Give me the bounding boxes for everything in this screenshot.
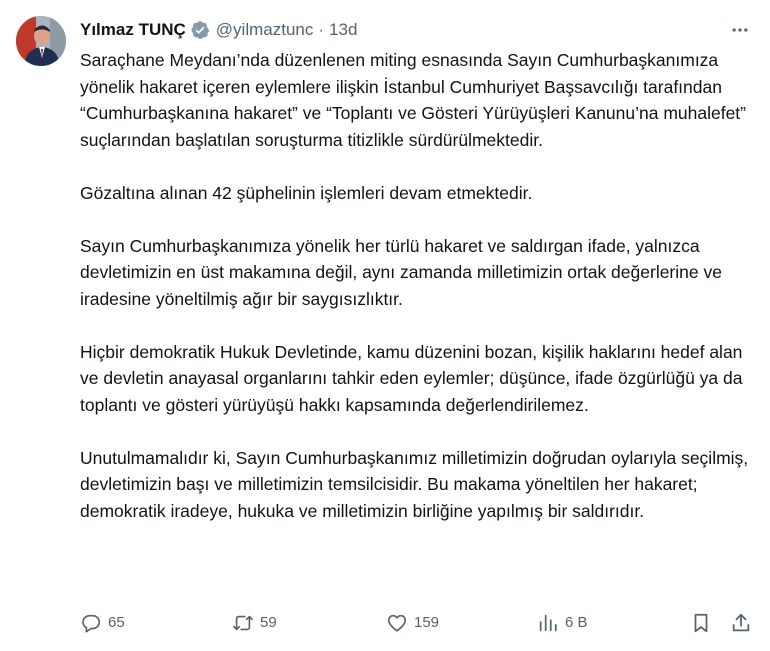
share-icon xyxy=(732,613,750,632)
reply-count: 65 xyxy=(108,614,125,631)
author-handle[interactable]: @yilmaztunc xyxy=(216,18,314,42)
repost-icon xyxy=(233,615,253,631)
separator-dot: · xyxy=(318,20,325,39)
share-button[interactable] xyxy=(729,608,753,638)
like-button[interactable]: 159 xyxy=(386,608,439,638)
bookmark-icon xyxy=(694,613,708,633)
tweet-paragraph-5: Unutulmamalıdır ki, Sayın Cumhurbaşkanım… xyxy=(80,447,749,521)
tweet: Yılmaz TUNÇ @yilmaztunc · 13d Saraçhane … xyxy=(0,0,770,651)
avatar-image xyxy=(16,16,66,66)
repost-count: 59 xyxy=(260,614,277,631)
tweet-timestamp[interactable]: 13d xyxy=(329,18,357,42)
tweet-header: Yılmaz TUNÇ @yilmaztunc · 13d xyxy=(80,18,754,42)
verified-badge-icon[interactable] xyxy=(190,20,210,40)
bookmark-button[interactable] xyxy=(689,608,713,638)
tweet-text: Saraçhane Meydanı’nda düzenlenen miting … xyxy=(80,47,755,551)
views-icon xyxy=(539,614,557,632)
views-count: 6 B xyxy=(565,614,588,631)
avatar[interactable] xyxy=(16,16,66,66)
tweet-paragraph-1: Saraçhane Meydanı’nda düzenlenen miting … xyxy=(80,50,746,150)
heart-icon xyxy=(387,614,407,632)
tweet-paragraph-2: Gözaltına alınan 42 şüphelinin işlemleri… xyxy=(80,182,533,203)
author-name[interactable]: Yılmaz TUNÇ xyxy=(80,18,186,42)
tweet-paragraph-3: Sayın Cumhurbaşkanımıza yönelik her türl… xyxy=(80,235,722,309)
repost-button[interactable]: 59 xyxy=(232,608,277,638)
action-bar: 65 59 159 6 B xyxy=(80,608,755,638)
more-icon[interactable] xyxy=(726,18,754,42)
views-button[interactable]: 6 B xyxy=(537,608,588,638)
reply-icon xyxy=(82,614,101,633)
tweet-paragraph-4: Hiçbir demokratik Hukuk Devletinde, kamu… xyxy=(80,341,743,415)
reply-button[interactable]: 65 xyxy=(80,608,125,638)
like-count: 159 xyxy=(414,614,440,631)
